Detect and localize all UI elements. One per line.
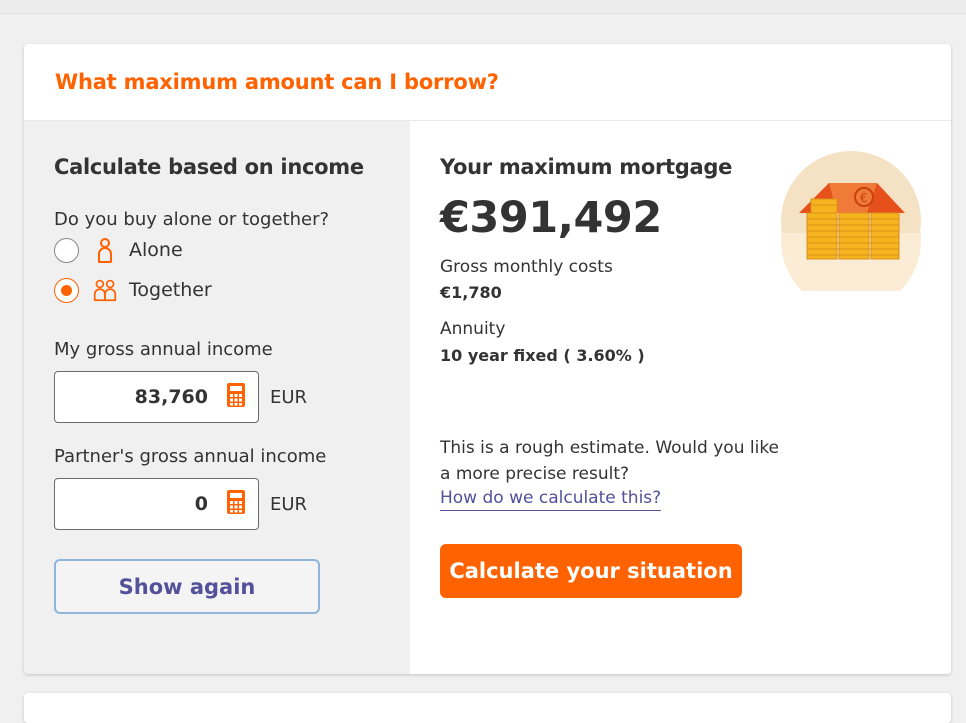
partner-income-currency: EUR <box>270 493 308 515</box>
my-income-row: 83,760 EUR <box>54 371 307 423</box>
result-panel: Your maximum mortgage €391,492 Gross mon… <box>410 121 951 674</box>
estimate-note: This is a rough estimate. Would you like… <box>440 438 780 484</box>
option-alone[interactable]: Alone <box>54 235 183 265</box>
radio-alone[interactable] <box>54 237 79 263</box>
mortgage-calculator-card: What maximum amount can I borrow? Calcul… <box>24 44 951 674</box>
how-calculate-link[interactable]: How do we calculate this? <box>440 488 662 511</box>
svg-text:€: € <box>860 191 868 205</box>
income-heading: Calculate based on income <box>54 155 364 179</box>
next-card <box>24 693 951 723</box>
card-header: What maximum amount can I borrow? <box>24 44 951 121</box>
option-together-label: Together <box>129 279 212 301</box>
calculate-situation-button[interactable]: Calculate your situation <box>440 544 742 598</box>
partner-income-row: 0 EUR <box>54 478 307 530</box>
result-heading: Your maximum mortgage <box>440 155 733 179</box>
calculator-icon[interactable] <box>226 382 246 412</box>
two-persons-icon <box>93 276 117 304</box>
partner-income-value: 0 <box>194 493 208 515</box>
buy-question: Do you buy alone or together? <box>54 209 330 230</box>
income-panel: Calculate based on income Do you buy alo… <box>24 121 410 674</box>
option-together[interactable]: Together <box>54 275 212 305</box>
top-strip <box>0 0 966 14</box>
partner-income-field[interactable]: 0 <box>54 478 259 530</box>
loan-type-value: 10 year fixed ( 3.60% ) <box>440 346 645 365</box>
my-income-currency: EUR <box>270 386 308 408</box>
my-income-label: My gross annual income <box>54 339 273 360</box>
house-of-coins-illustration: € <box>781 151 921 291</box>
radio-selected-dot <box>61 284 72 296</box>
radio-together[interactable] <box>54 277 79 303</box>
show-again-button[interactable]: Show again <box>54 559 320 614</box>
calculator-icon[interactable] <box>226 489 246 519</box>
max-mortgage-amount: €391,492 <box>440 193 662 243</box>
card-title: What maximum amount can I borrow? <box>55 70 499 94</box>
my-income-value: 83,760 <box>134 386 208 408</box>
single-person-icon <box>93 236 117 264</box>
my-income-field[interactable]: 83,760 <box>54 371 259 423</box>
partner-income-label: Partner's gross annual income <box>54 446 327 467</box>
monthly-costs-value: €1,780 <box>440 283 502 302</box>
monthly-costs-label: Gross monthly costs <box>440 257 613 277</box>
loan-type-label: Annuity <box>440 319 506 339</box>
option-alone-label: Alone <box>129 239 183 261</box>
